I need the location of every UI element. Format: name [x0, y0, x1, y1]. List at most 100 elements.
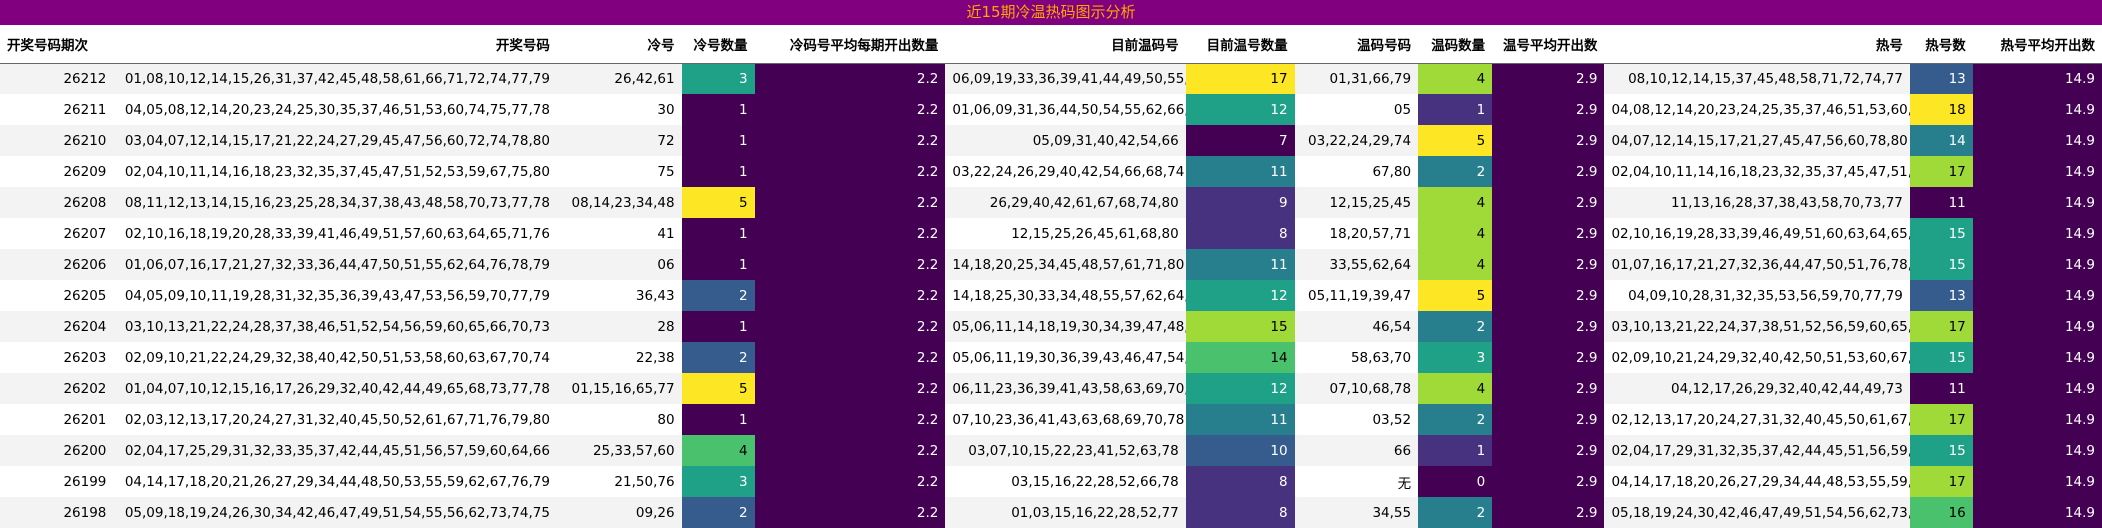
hot-numbers-cell: 02,10,16,19,28,33,39,46,49,51,60,63,64,6…: [1604, 218, 1910, 249]
column-header: 热号: [1604, 25, 1910, 64]
hot-numbers-cell: 01,07,16,17,21,27,32,36,44,47,50,51,76,7…: [1604, 249, 1910, 280]
warm-avg-cell: 2.9: [1492, 187, 1605, 218]
cold-avg-cell: 2.2: [754, 466, 946, 497]
warm-count-cell: 4: [1418, 373, 1493, 404]
cold-avg-cell: 2.2: [754, 187, 946, 218]
period-cell: 26210: [0, 125, 114, 156]
cold-numbers-cell: 06: [556, 249, 682, 280]
warm-avg-cell: 2.9: [1492, 311, 1605, 342]
warm-avg-cell: 2.9: [1492, 466, 1605, 497]
period-cell: 26203: [0, 342, 114, 373]
hot-avg-cell: 14.9: [1972, 156, 2102, 187]
cold-numbers-cell: 72: [556, 125, 682, 156]
cold-avg-cell: 2.2: [754, 280, 946, 311]
cold-count-cell: 1: [681, 218, 755, 249]
hot-avg-cell: 14.9: [1972, 218, 2102, 249]
warm-numbers-cell: 33,55,62,64: [1294, 249, 1419, 280]
cold-count-cell: 3: [681, 466, 755, 497]
warm-numbers-cell: 05: [1294, 94, 1419, 125]
hot-count-cell: 15: [1909, 435, 1973, 466]
numbers-cell: 03,04,07,12,14,15,17,21,22,24,27,29,45,4…: [113, 125, 557, 156]
cold-avg-cell: 2.2: [754, 373, 946, 404]
cold-numbers-cell: 41: [556, 218, 682, 249]
page-root: 近15期冷温热码图示分析 开奖号码期次 开奖号码 冷号 冷号数量 冷码号平均每期开出数量…: [0, 0, 2102, 528]
hot-avg-cell: 14.9: [1972, 497, 2102, 528]
column-header: 冷码号平均每期开出数量: [754, 25, 946, 64]
warm-count-cell: 2: [1418, 404, 1493, 435]
hot-avg-cell: 14.9: [1972, 342, 2102, 373]
column-header: 冷号: [556, 25, 682, 64]
hot-numbers-cell: 02,04,10,11,14,16,18,23,32,35,37,45,47,5…: [1604, 156, 1910, 187]
cold-avg-cell: 2.2: [754, 63, 946, 94]
hot-avg-cell: 14.9: [1972, 435, 2102, 466]
hot-numbers-cell: 04,14,17,18,20,26,27,29,34,44,48,53,55,5…: [1604, 466, 1910, 497]
current-warm-cell: 06,09,19,33,36,39,41,44,49,50,55,57,62,6…: [945, 63, 1186, 94]
column-header: 开奖号码: [113, 25, 557, 64]
warm-numbers-cell: 无: [1294, 466, 1419, 497]
hot-count-cell: 13: [1909, 280, 1973, 311]
warm-count-cell: 4: [1418, 187, 1493, 218]
numbers-cell: 02,04,17,25,29,31,32,33,35,37,42,44,45,5…: [113, 435, 557, 466]
warm-avg-cell: 2.9: [1492, 156, 1605, 187]
cold-numbers-cell: 21,50,76: [556, 466, 682, 497]
warm-numbers-cell: 46,54: [1294, 311, 1419, 342]
hot-numbers-cell: 02,12,13,17,20,24,27,31,32,40,45,50,61,6…: [1604, 404, 1910, 435]
cold-count-cell: 4: [681, 435, 755, 466]
table-row: 26203 02,09,10,21,22,24,29,32,38,40,42,50…: [0, 342, 2102, 373]
warm-count-cell: 4: [1418, 63, 1493, 94]
heatmap-table: 开奖号码期次 开奖号码 冷号 冷号数量 冷码号平均每期开出数量 目前温码号 目前温号数量 温码…: [0, 25, 2102, 528]
current-warm-count-cell: 11: [1185, 404, 1295, 435]
current-warm-count-cell: 17: [1185, 63, 1295, 94]
cold-numbers-cell: 28: [556, 311, 682, 342]
table-row: 26200 02,04,17,25,29,31,32,33,35,37,42,44…: [0, 435, 2102, 466]
table-row: 26202 01,04,07,10,12,15,16,17,26,29,32,40…: [0, 373, 2102, 404]
hot-numbers-cell: 02,09,10,21,24,29,32,40,42,50,51,53,60,6…: [1604, 342, 1910, 373]
current-warm-cell: 06,11,23,36,39,41,43,58,63,69,70,75: [945, 373, 1186, 404]
hot-count-cell: 13: [1909, 63, 1973, 94]
numbers-cell: 03,10,13,21,22,24,28,37,38,46,51,52,54,5…: [113, 311, 557, 342]
hot-count-cell: 17: [1909, 156, 1973, 187]
current-warm-cell: 03,15,16,22,28,52,66,78: [945, 466, 1186, 497]
cold-count-cell: 1: [681, 249, 755, 280]
hot-avg-cell: 14.9: [1972, 187, 2102, 218]
table-row: 26212 01,08,10,12,14,15,26,31,37,42,45,48…: [0, 63, 2102, 94]
period-cell: 26198: [0, 497, 114, 528]
numbers-cell: 01,06,07,16,17,21,27,32,33,36,44,47,50,5…: [113, 249, 557, 280]
hot-count-cell: 11: [1909, 373, 1973, 404]
period-cell: 26199: [0, 466, 114, 497]
cold-count-cell: 2: [681, 497, 755, 528]
warm-avg-cell: 2.9: [1492, 497, 1605, 528]
current-warm-count-cell: 11: [1185, 249, 1295, 280]
table-row: 26199 04,14,17,18,20,21,26,27,29,34,44,48…: [0, 466, 2102, 497]
column-header: 温号平均开出数: [1492, 25, 1605, 64]
cold-numbers-cell: 26,42,61: [556, 63, 682, 94]
current-warm-cell: 05,09,31,40,42,54,66: [945, 125, 1186, 156]
warm-count-cell: 1: [1418, 435, 1493, 466]
warm-avg-cell: 2.9: [1492, 218, 1605, 249]
current-warm-count-cell: 8: [1185, 466, 1295, 497]
warm-avg-cell: 2.9: [1492, 373, 1605, 404]
hot-count-cell: 11: [1909, 187, 1973, 218]
cold-count-cell: 1: [681, 404, 755, 435]
current-warm-count-cell: 10: [1185, 435, 1295, 466]
period-cell: 26204: [0, 311, 114, 342]
period-cell: 26206: [0, 249, 114, 280]
column-header: 冷号数量: [681, 25, 755, 64]
current-warm-count-cell: 11: [1185, 156, 1295, 187]
current-warm-cell: 01,06,09,31,36,44,50,54,55,62,66,79: [945, 94, 1186, 125]
table-row: 26198 05,09,18,19,24,26,30,34,42,46,47,49…: [0, 497, 2102, 528]
cold-count-cell: 2: [681, 342, 755, 373]
table-row: 26209 02,04,10,11,14,16,18,23,32,35,37,45…: [0, 156, 2102, 187]
hot-avg-cell: 14.9: [1972, 125, 2102, 156]
hot-numbers-cell: 04,09,10,28,31,32,35,53,56,59,70,77,79: [1604, 280, 1910, 311]
column-header: 目前温号数量: [1185, 25, 1295, 64]
warm-numbers-cell: 18,20,57,71: [1294, 218, 1419, 249]
cold-count-cell: 2: [681, 280, 755, 311]
warm-numbers-cell: 67,80: [1294, 156, 1419, 187]
hot-count-cell: 17: [1909, 404, 1973, 435]
cold-numbers-cell: 22,38: [556, 342, 682, 373]
hot-count-cell: 17: [1909, 311, 1973, 342]
column-header: 热号数: [1909, 25, 1973, 64]
numbers-cell: 02,10,16,18,19,20,28,33,39,41,46,49,51,5…: [113, 218, 557, 249]
cold-numbers-cell: 09,26: [556, 497, 682, 528]
